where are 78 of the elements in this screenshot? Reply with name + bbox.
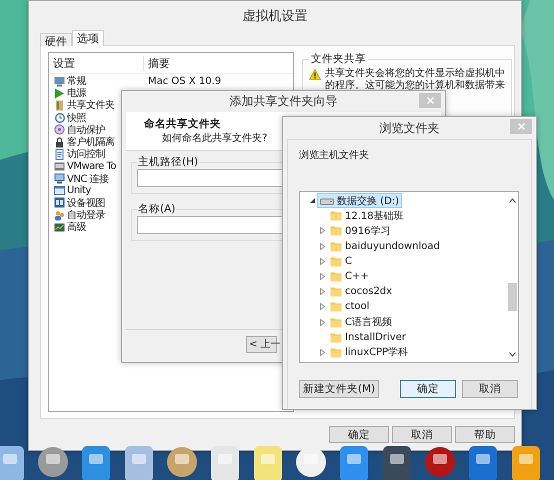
tree-item[interactable]: C (327, 254, 355, 269)
column-header: 设置 (49, 56, 144, 70)
warning-icon (309, 69, 321, 80)
tree-item[interactable]: baiduyundownload (327, 238, 443, 254)
tree-item[interactable]: 12.18基础班 (327, 208, 407, 224)
close-icon (426, 97, 434, 104)
settings-item[interactable]: Unity (67, 185, 91, 196)
settings-item[interactable]: 共享文件夹 (67, 98, 114, 112)
settings-item[interactable]: 电源 (67, 86, 86, 100)
settings-item[interactable]: 常规 (67, 74, 86, 88)
field-label: 主机路径(H) (137, 155, 200, 169)
tree-item[interactable]: C++ (327, 269, 372, 284)
document-icon (54, 148, 65, 160)
chart-icon (54, 222, 65, 233)
dialog-button[interactable]: 取消 (392, 426, 452, 443)
dialog-button[interactable]: 新建文件夹(M) (299, 380, 379, 398)
window-icon (54, 185, 65, 196)
app-icon[interactable] (209, 444, 241, 480)
tree-item[interactable]: cocos2dx (327, 284, 396, 300)
app-icon[interactable] (252, 444, 284, 480)
clock-icon (54, 112, 65, 124)
wizard-subheading: 如何命名此共享文件夹? (161, 132, 268, 145)
lock-icon (54, 136, 65, 148)
app-icon[interactable] (467, 444, 499, 480)
tree-item[interactable]: ctool (327, 299, 372, 314)
app-icon[interactable] (123, 444, 155, 480)
dialog-button[interactable]: 确定 (400, 380, 456, 398)
app-icon[interactable] (166, 444, 198, 480)
input-field[interactable] (137, 216, 285, 234)
app-icon[interactable] (338, 444, 370, 480)
play-icon (54, 88, 65, 99)
tree-item[interactable]: 数据交换 (D:) (317, 193, 402, 208)
settings-item[interactable]: 设备视图 (67, 196, 105, 210)
users-icon (54, 210, 65, 221)
drive-icon (320, 196, 334, 206)
settings-item[interactable]: 高级 (67, 220, 86, 234)
window-title: 浏览文件夹 (380, 120, 440, 136)
summary-text: Mac OS X 10.9 (147, 76, 222, 87)
settings-item[interactable]: 自动登录 (67, 208, 105, 222)
scroll-up-icon[interactable] (508, 198, 516, 203)
warning-text: 共享文件夹会将您的文件显示给虚拟机中的程序。这可能为您的计算机和数据带来 (325, 68, 505, 92)
field-label: 名称(A) (137, 202, 176, 216)
prompt-text: 浏览主机文件夹 (299, 148, 370, 162)
settings-item[interactable]: 快照 (67, 110, 86, 125)
device-icon (54, 197, 65, 208)
settings-item[interactable]: 访问控制 (67, 147, 105, 162)
dialog-button[interactable]: 确定 (329, 426, 389, 443)
scroll-thumb[interactable] (508, 283, 516, 311)
dialog-button[interactable]: 帮助 (455, 426, 515, 443)
window-title: 虚拟机设置 (242, 8, 308, 24)
disc-icon (54, 124, 65, 136)
app-icon[interactable] (80, 444, 112, 480)
settings-item[interactable]: 客户机隔离 (67, 135, 114, 150)
app-icon[interactable] (0, 444, 26, 480)
input-field[interactable] (137, 169, 285, 187)
app-icon[interactable] (37, 444, 69, 480)
monitor-icon (54, 173, 65, 184)
settings-item[interactable]: VMware To (67, 160, 116, 172)
tree-item[interactable]: linuxCPP学科 (327, 344, 412, 360)
app-icon[interactable] (381, 444, 413, 480)
app-icon[interactable] (510, 444, 542, 480)
tree-item[interactable]: 0916学习 (327, 223, 394, 238)
close-icon (518, 123, 524, 130)
expand-arrow-icon[interactable] (310, 197, 315, 204)
column-header: 摘要 (147, 56, 170, 70)
wizard-heading: 命名共享文件夹 (144, 117, 221, 131)
tree-item[interactable]: InstallDriver (327, 330, 409, 345)
settings-item[interactable]: VNC 连接 (67, 172, 108, 186)
tab[interactable]: 选项 (72, 30, 104, 46)
tab[interactable]: 硬件 (40, 33, 72, 46)
settings-item[interactable]: 自动保护 (67, 122, 105, 137)
monitor-icon (54, 76, 65, 87)
dialog-button[interactable]: 取消 (462, 380, 518, 398)
window-title: 添加共享文件夹向导 (230, 93, 338, 110)
app-icon[interactable] (424, 444, 456, 480)
group-title: 文件夹共享 (310, 52, 367, 66)
scroll-down-icon[interactable] (508, 352, 516, 357)
tree-item[interactable]: C语言视频 (327, 314, 395, 330)
